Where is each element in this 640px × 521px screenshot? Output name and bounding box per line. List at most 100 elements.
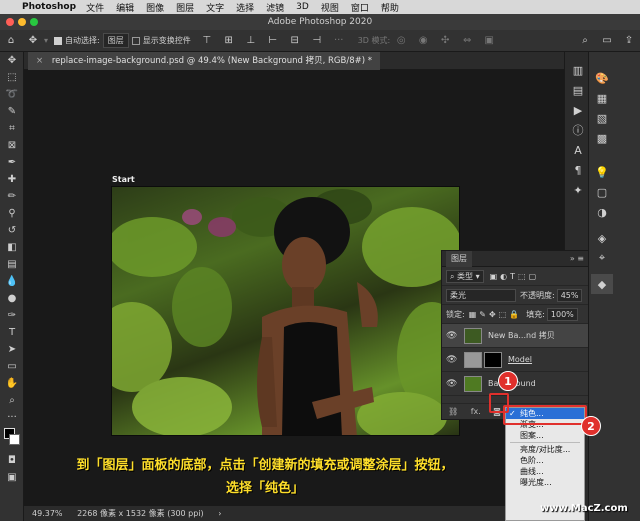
app-menu[interactable]: Photoshop <box>22 2 76 12</box>
blend-mode-dropdown[interactable]: 柔光 <box>446 288 516 302</box>
quick-mask-icon[interactable]: ◘ <box>0 452 24 469</box>
canvas-image[interactable] <box>111 186 460 436</box>
swatches-icon[interactable]: ▦ <box>591 88 613 108</box>
marquee-tool-icon[interactable]: ⬚ <box>0 69 24 86</box>
layer-row[interactable]: 👁 New Ba...nd 拷贝 <box>442 324 588 348</box>
character-icon[interactable]: A <box>567 140 589 160</box>
workspace-icon[interactable]: ▭ <box>599 33 615 49</box>
gradient-tool-icon[interactable]: ▤ <box>0 256 24 273</box>
channels-icon[interactable]: ◈ <box>591 228 613 248</box>
healing-brush-tool-icon[interactable]: ✚ <box>0 171 24 188</box>
align-left-icon[interactable]: ⊢ <box>265 33 281 49</box>
menu-type[interactable]: 文字 <box>206 1 224 14</box>
share-icon[interactable]: ⇪ <box>621 33 637 49</box>
pen-tool-icon[interactable]: ✑ <box>0 307 24 324</box>
align-top-icon[interactable]: ⊤ <box>199 33 215 49</box>
libraries-icon[interactable]: ▢ <box>591 182 613 202</box>
menu-help[interactable]: 帮助 <box>381 1 399 14</box>
menu-select[interactable]: 选择 <box>236 1 254 14</box>
3d-roll-icon[interactable]: ◉ <box>415 33 431 49</box>
fill-input[interactable]: 100% <box>546 307 578 321</box>
history-icon[interactable]: ▥ <box>567 60 589 80</box>
menu-view[interactable]: 视图 <box>321 1 339 14</box>
color-swatches[interactable] <box>0 426 24 452</box>
minimize-window-button[interactable] <box>18 18 26 26</box>
crop-tool-icon[interactable]: ⌗ <box>0 120 24 137</box>
lasso-tool-icon[interactable]: ➰ <box>0 86 24 103</box>
3d-slide-icon[interactable]: ⇔ <box>459 33 475 49</box>
layers-tab[interactable]: 图层 <box>446 250 472 267</box>
actions-icon[interactable]: ▶ <box>567 100 589 120</box>
lock-icons[interactable]: ▦✎✥⬚🔒 <box>469 310 522 319</box>
path-select-tool-icon[interactable]: ➤ <box>0 341 24 358</box>
history-brush-tool-icon[interactable]: ↺ <box>0 222 24 239</box>
eyedropper-tool-icon[interactable]: ✒ <box>0 154 24 171</box>
align-right-icon[interactable]: ⊣ <box>309 33 325 49</box>
zoom-window-button[interactable] <box>30 18 38 26</box>
menu-item-curves[interactable]: 曲线... <box>506 466 584 477</box>
type-tool-icon[interactable]: T <box>0 324 24 341</box>
menu-filter[interactable]: 滤镜 <box>266 1 284 14</box>
move-tool-icon[interactable]: ✥ <box>0 52 24 69</box>
close-tab-icon[interactable]: × <box>36 56 43 66</box>
transform-controls-checkbox[interactable] <box>131 36 143 45</box>
clone-stamp-tool-icon[interactable]: ⚲ <box>0 205 24 222</box>
search-icon[interactable]: ⌕ <box>577 33 593 49</box>
patterns-icon[interactable]: ▩ <box>591 128 613 148</box>
opacity-input[interactable]: 45% <box>556 288 583 302</box>
menu-edit[interactable]: 编辑 <box>116 1 134 14</box>
info-icon[interactable]: ⓘ <box>567 120 589 140</box>
zoom-tool-icon[interactable]: ⌕ <box>0 392 24 409</box>
eraser-tool-icon[interactable]: ◧ <box>0 239 24 256</box>
3d-scale-icon[interactable]: ▣ <box>481 33 497 49</box>
document-tab[interactable]: × replace-image-background.psd @ 49.4% (… <box>28 52 381 70</box>
visibility-eye-icon[interactable]: 👁 <box>446 355 458 365</box>
glyphs-icon[interactable]: ✦ <box>567 180 589 200</box>
3d-orbit-icon[interactable]: ◎ <box>393 33 409 49</box>
auto-select-checkbox[interactable] <box>54 36 65 45</box>
layers-panel-icon[interactable]: ◆ <box>591 274 613 294</box>
layer-row[interactable]: 👁 Model <box>442 348 588 372</box>
background-color-swatch[interactable] <box>9 434 20 445</box>
menu-item-exposure[interactable]: 曝光度... <box>506 477 584 488</box>
menu-layer[interactable]: 图层 <box>176 1 194 14</box>
filter-icons[interactable]: ▣◐T⬚▢ <box>490 272 540 281</box>
menu-item-levels[interactable]: 色阶... <box>506 455 584 466</box>
color-icon[interactable]: 🎨 <box>591 68 613 88</box>
visibility-eye-icon[interactable]: 👁 <box>446 379 458 389</box>
more-options-icon[interactable]: ··· <box>331 33 347 49</box>
close-window-button[interactable] <box>6 18 14 26</box>
menu-window[interactable]: 窗口 <box>351 1 369 14</box>
align-center-icon[interactable]: ⊟ <box>287 33 303 49</box>
menu-image[interactable]: 图像 <box>146 1 164 14</box>
more-tools-icon[interactable]: ··· <box>0 409 24 426</box>
frame-tool-icon[interactable]: ⊠ <box>0 137 24 154</box>
menu-file[interactable]: 文件 <box>86 1 104 14</box>
auto-select-dropdown[interactable]: 图层 <box>102 33 129 48</box>
filter-kind-dropdown[interactable]: ⌕ 类型 ▾ <box>446 269 484 283</box>
menu-item-pattern[interactable]: 图案... <box>506 430 584 441</box>
adjustments-icon[interactable]: ◑ <box>591 202 613 222</box>
learn-icon[interactable]: 💡 <box>591 162 613 182</box>
panel-menu-icon[interactable]: » ≡ <box>570 254 584 263</box>
move-tool-icon[interactable]: ✥ <box>25 33 41 49</box>
chevron-down-icon[interactable]: ▾ <box>44 36 48 45</box>
properties-icon[interactable]: ▤ <box>567 80 589 100</box>
home-icon[interactable]: ⌂ <box>3 33 19 49</box>
visibility-eye-icon[interactable]: 👁 <box>446 331 458 341</box>
link-layers-icon[interactable]: ⛓ <box>448 407 458 416</box>
menu-3d[interactable]: 3D <box>296 2 309 12</box>
menu-item-brightness-contrast[interactable]: 亮度/对比度... <box>506 444 584 455</box>
layer-style-button[interactable]: fx. <box>471 407 481 416</box>
rectangle-tool-icon[interactable]: ▭ <box>0 358 24 375</box>
paths-icon[interactable]: ⌖ <box>591 248 613 268</box>
paragraph-icon[interactable]: ¶ <box>567 160 589 180</box>
chevron-right-icon[interactable]: › <box>218 509 221 518</box>
artboard-label[interactable]: Start <box>112 175 135 184</box>
brush-tool-icon[interactable]: ✏ <box>0 188 24 205</box>
blur-tool-icon[interactable]: 💧 <box>0 273 24 290</box>
align-middle-icon[interactable]: ⊞ <box>221 33 237 49</box>
screen-mode-icon[interactable]: ▣ <box>0 469 24 486</box>
3d-pan-icon[interactable]: ✣ <box>437 33 453 49</box>
dodge-tool-icon[interactable]: ● <box>0 290 24 307</box>
